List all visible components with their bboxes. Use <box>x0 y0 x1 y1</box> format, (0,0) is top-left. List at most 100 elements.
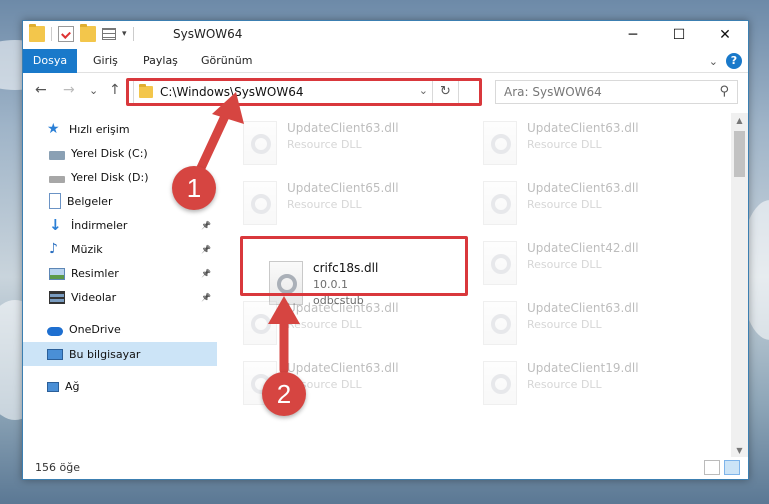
dll-file-icon <box>483 361 517 405</box>
videos-icon <box>49 291 65 304</box>
file-description: Resource DLL <box>287 318 362 331</box>
help-icon[interactable]: ? <box>726 53 742 69</box>
tiles-view-button[interactable] <box>724 460 740 475</box>
sidebar-item-label: Ağ <box>65 379 80 393</box>
file-item[interactable]: UpdateClient42.dll Resource DLL <box>479 237 709 293</box>
dll-file-icon <box>483 241 517 285</box>
sidebar-item-label: Yerel Disk (C:) <box>71 146 148 160</box>
file-item[interactable]: UpdateClient63.dll Resource DLL <box>479 297 709 353</box>
file-name: UpdateClient63.dll <box>287 301 399 315</box>
view-switcher <box>704 460 740 475</box>
scrollbar-thumb[interactable] <box>734 131 745 177</box>
vertical-scrollbar[interactable]: ▲ ▼ <box>731 113 748 459</box>
star-icon: ★ <box>47 121 60 137</box>
file-item[interactable]: UpdateClient19.dll Resource DLL <box>479 357 709 413</box>
forward-button[interactable]: → <box>63 82 75 98</box>
sidebar-item-videos[interactable]: Videolar 📌 <box>23 285 217 309</box>
pin-icon[interactable]: 📌 <box>201 245 211 254</box>
minimize-button[interactable]: ─ <box>610 21 656 49</box>
sidebar-item-label: İndirmeler <box>71 218 128 232</box>
file-name: UpdateClient63.dll <box>287 121 399 135</box>
back-button[interactable]: ← <box>35 82 47 98</box>
sidebar-item-label: Bu bilgisayar <box>69 347 141 361</box>
search-input[interactable]: Ara: SysWOW64 ⚲ <box>495 80 738 104</box>
file-description: Resource DLL <box>527 258 602 271</box>
sidebar-item-pictures[interactable]: Resimler 📌 <box>23 261 217 285</box>
sidebar-item-onedrive[interactable]: OneDrive <box>23 317 217 341</box>
file-item[interactable]: UpdateClient63.dll Resource DLL <box>479 177 709 233</box>
dll-file-icon <box>243 181 277 225</box>
downloads-icon: ↓ <box>49 216 62 234</box>
item-count: 156 öğe <box>35 461 80 474</box>
file-name: UpdateClient42.dll <box>527 241 639 255</box>
details-view-button[interactable] <box>704 460 720 475</box>
maximize-button[interactable]: ☐ <box>656 21 702 49</box>
file-description: Resource DLL <box>527 138 602 151</box>
sidebar-item-label: Videolar <box>71 290 117 304</box>
sidebar-item-label: Müzik <box>71 242 103 256</box>
close-button[interactable]: ✕ <box>702 21 748 49</box>
sidebar-item-label: OneDrive <box>69 322 121 336</box>
file-description: Resource DLL <box>527 198 602 211</box>
documents-icon <box>49 193 61 209</box>
dll-file-icon <box>243 121 277 165</box>
file-name: UpdateClient65.dll <box>287 181 399 195</box>
file-item[interactable]: UpdateClient65.dll Resource DLL <box>239 177 469 233</box>
file-item[interactable]: UpdateClient63.dll Resource DLL <box>239 117 469 173</box>
sidebar-item-quick-access[interactable]: ★ Hızlı erişim <box>23 117 217 141</box>
music-icon: ♪ <box>49 241 58 257</box>
pin-icon[interactable]: 📌 <box>201 221 211 230</box>
folder-icon <box>29 24 45 42</box>
sidebar-item-label: Hızlı erişim <box>69 122 130 136</box>
file-name: UpdateClient63.dll <box>527 181 639 195</box>
tab-share[interactable]: Paylaş <box>131 49 190 73</box>
ribbon-controls: ⌄ ? <box>709 53 742 69</box>
properties-icon[interactable] <box>58 26 74 42</box>
file-description: Resource DLL <box>527 378 602 391</box>
step-2-badge: 2 <box>262 372 306 416</box>
tab-view[interactable]: Görünüm <box>189 49 264 73</box>
up-button[interactable]: ↑ <box>109 82 121 98</box>
file-item[interactable]: UpdateClient63.dll Resource DLL <box>479 117 709 173</box>
customize-toolbar-icon[interactable] <box>102 28 116 40</box>
file-name: UpdateClient19.dll <box>527 361 639 375</box>
sidebar-item-local-disk-c[interactable]: Yerel Disk (C:) <box>23 141 217 165</box>
sidebar-item-downloads[interactable]: ↓ İndirmeler 📌 <box>23 213 217 237</box>
ribbon-collapse-icon[interactable]: ⌄ <box>709 55 718 68</box>
navigation-pane: ★ Hızlı erişim Yerel Disk (C:) Yerel Dis… <box>23 113 217 453</box>
cloud-icon <box>47 326 63 336</box>
file-item[interactable]: UpdateClient63.dll Resource DLL <box>239 297 469 353</box>
search-placeholder: Ara: SysWOW64 <box>504 85 602 99</box>
network-icon <box>47 382 59 392</box>
tab-file[interactable]: Dosya <box>23 49 77 73</box>
sidebar-item-music[interactable]: ♪ Müzik 📌 <box>23 237 217 261</box>
pin-icon[interactable]: 📌 <box>201 269 211 278</box>
drive-icon <box>49 150 65 160</box>
drive-icon <box>49 176 65 183</box>
window-title: SysWOW64 <box>173 27 243 41</box>
search-icon[interactable]: ⚲ <box>719 84 729 99</box>
toolbar-divider <box>51 27 52 41</box>
recent-locations-button[interactable]: ⌄ <box>89 84 98 97</box>
pin-icon[interactable]: 📌 <box>201 293 211 302</box>
dll-file-icon <box>243 301 277 345</box>
dll-file-icon <box>483 121 517 165</box>
tab-home[interactable]: Giriş <box>81 49 130 73</box>
new-folder-icon[interactable] <box>80 24 96 42</box>
file-description: Resource DLL <box>287 138 362 151</box>
sidebar-item-this-pc[interactable]: Bu bilgisayar <box>23 342 217 366</box>
sidebar-item-network[interactable]: Ağ <box>23 374 217 398</box>
sidebar-item-label: Belgeler <box>67 194 113 208</box>
file-description: Resource DLL <box>287 198 362 211</box>
sidebar-item-label: Resimler <box>71 266 119 280</box>
scroll-up-button[interactable]: ▲ <box>731 113 748 129</box>
title-bar: ▾ SysWOW64 ─ ☐ ✕ <box>23 21 748 49</box>
file-name: UpdateClient63.dll <box>287 361 399 375</box>
pictures-icon <box>49 268 65 280</box>
dll-file-icon <box>483 181 517 225</box>
toolbar-dropdown-icon[interactable]: ▾ <box>122 29 127 39</box>
file-highlight <box>240 236 468 296</box>
file-name: UpdateClient63.dll <box>527 121 639 135</box>
status-bar: 156 öğe <box>23 457 748 479</box>
file-description: Resource DLL <box>527 318 602 331</box>
